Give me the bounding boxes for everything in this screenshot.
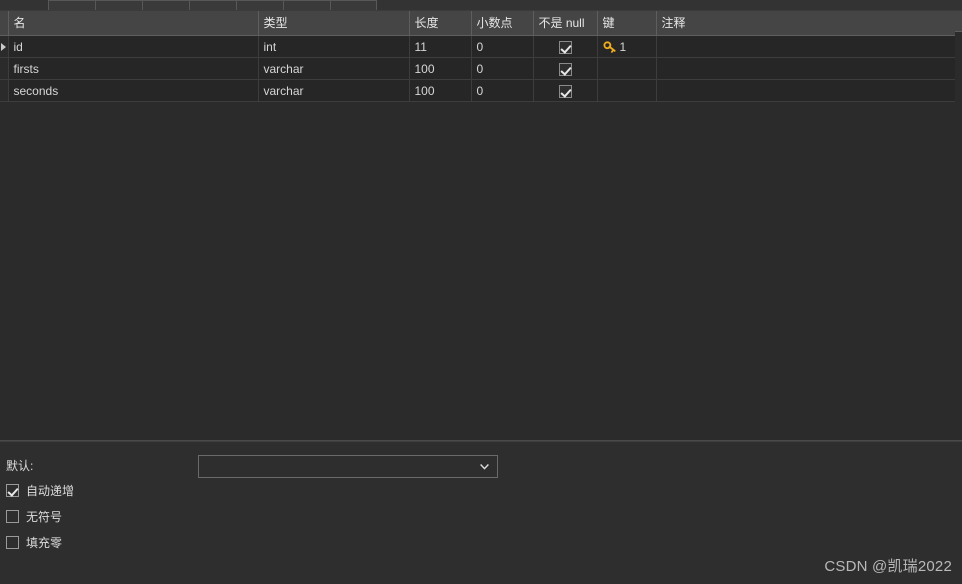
cell-not-null[interactable] bbox=[533, 35, 598, 58]
grid-header-key[interactable]: 键 bbox=[597, 11, 657, 36]
toolbar-button-1[interactable] bbox=[48, 0, 95, 10]
zerofill-option[interactable]: 填充零 bbox=[6, 534, 62, 551]
row-selection-marker-cell[interactable] bbox=[0, 57, 9, 80]
cell-length[interactable]: 100 bbox=[409, 57, 472, 80]
cell-key[interactable]: 1 bbox=[597, 35, 657, 58]
grid-header-not-null[interactable]: 不是 null bbox=[533, 11, 598, 36]
cell-type[interactable]: int bbox=[258, 35, 410, 58]
cell-decimals[interactable]: 0 bbox=[471, 57, 534, 80]
toolbar-button-7[interactable] bbox=[330, 0, 377, 10]
unsigned-option[interactable]: 无符号 bbox=[6, 508, 62, 525]
zerofill-checkbox[interactable] bbox=[6, 536, 19, 549]
table-row[interactable]: firsts varchar 100 0 bbox=[0, 57, 955, 80]
row-selected-triangle-icon bbox=[1, 43, 7, 52]
toolbar-button-3[interactable] bbox=[142, 0, 189, 10]
cell-length[interactable]: 100 bbox=[409, 79, 472, 102]
cell-comment[interactable] bbox=[656, 35, 955, 58]
toolbar-fill bbox=[377, 0, 962, 10]
grid-header-marker bbox=[0, 11, 9, 36]
grid-body-right-filler bbox=[955, 33, 962, 440]
unsigned-label: 无符号 bbox=[26, 510, 63, 524]
toolbar-button-4[interactable] bbox=[189, 0, 236, 10]
cell-name[interactable]: firsts bbox=[8, 57, 259, 80]
toolbar-button-2[interactable] bbox=[95, 0, 142, 10]
not-null-checkbox[interactable] bbox=[558, 62, 572, 76]
row-selection-marker-cell[interactable] bbox=[0, 79, 9, 102]
auto-increment-checkbox[interactable] bbox=[6, 484, 19, 497]
field-grid-table[interactable]: 名 类型 长度 小数点 不是 null 键 注释 id int 11 0 1 f… bbox=[0, 11, 955, 102]
cell-name[interactable]: id bbox=[8, 35, 259, 58]
grid-header-decimals[interactable]: 小数点 bbox=[471, 11, 534, 36]
auto-increment-label: 自动递增 bbox=[26, 484, 75, 498]
zerofill-label: 填充零 bbox=[26, 536, 63, 550]
grid-header-row: 名 类型 长度 小数点 不是 null 键 注释 bbox=[0, 11, 955, 36]
watermark-text: CSDN @凯瑞2022 bbox=[824, 558, 952, 575]
not-null-checkbox[interactable] bbox=[558, 40, 572, 54]
cell-key[interactable] bbox=[597, 79, 657, 102]
toolbar-left-spacer bbox=[0, 0, 48, 10]
row-selection-marker-cell[interactable] bbox=[0, 35, 9, 58]
toolbar-button-5[interactable] bbox=[236, 0, 283, 10]
toolbar-strip bbox=[0, 0, 962, 11]
grid-header-length[interactable]: 长度 bbox=[409, 11, 472, 36]
toolbar-button-6[interactable] bbox=[283, 0, 330, 10]
cell-comment[interactable] bbox=[656, 57, 955, 80]
cell-name[interactable]: seconds bbox=[8, 79, 259, 102]
cell-key[interactable] bbox=[597, 57, 657, 80]
table-row[interactable]: seconds varchar 100 0 bbox=[0, 79, 955, 102]
cell-not-null[interactable] bbox=[533, 79, 598, 102]
grid-header-name[interactable]: 名 bbox=[8, 11, 259, 36]
cell-decimals[interactable]: 0 bbox=[471, 35, 534, 58]
key-index-label: 1 bbox=[619, 39, 627, 54]
primary-key-icon bbox=[602, 40, 616, 53]
auto-increment-option[interactable]: 自动递增 bbox=[6, 482, 74, 499]
default-value-select[interactable] bbox=[198, 455, 498, 478]
field-grid[interactable]: 名 类型 长度 小数点 不是 null 键 注释 id int 11 0 1 f… bbox=[0, 11, 962, 440]
not-null-checkbox[interactable] bbox=[558, 84, 572, 98]
default-value-label: 默认: bbox=[6, 459, 34, 473]
cell-type[interactable]: varchar bbox=[258, 79, 410, 102]
unsigned-checkbox[interactable] bbox=[6, 510, 19, 523]
grid-header-right-filler bbox=[955, 11, 962, 32]
grid-header-type[interactable]: 类型 bbox=[258, 11, 410, 36]
table-row[interactable]: id int 11 0 1 bbox=[0, 35, 955, 58]
chevron-down-icon bbox=[480, 463, 489, 470]
grid-header-comment[interactable]: 注释 bbox=[656, 11, 955, 36]
cell-comment[interactable] bbox=[656, 79, 955, 102]
cell-length[interactable]: 11 bbox=[409, 35, 472, 58]
cell-type[interactable]: varchar bbox=[258, 57, 410, 80]
cell-decimals[interactable]: 0 bbox=[471, 79, 534, 102]
cell-not-null[interactable] bbox=[533, 57, 598, 80]
